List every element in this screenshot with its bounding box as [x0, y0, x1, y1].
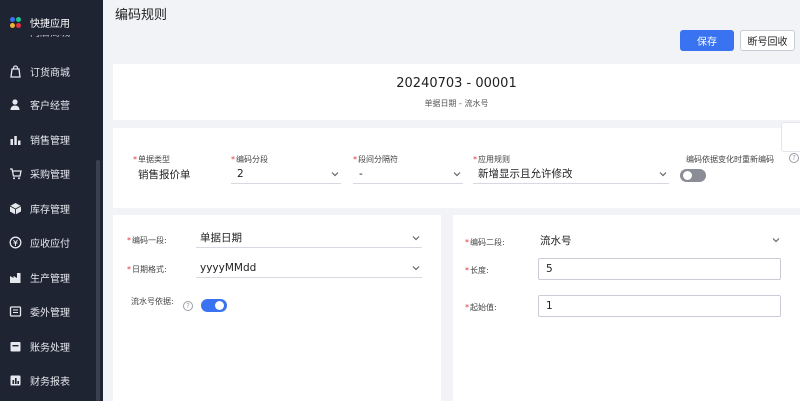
sidebar-item-label: 快捷应用 [30, 18, 70, 30]
sidebar-item-purchase[interactable]: 采购管理 [0, 160, 103, 186]
sidebar-item-customer[interactable]: 客户经营 [0, 91, 103, 117]
segment-two-card: *编码二段: 流水号 *长度: 5 *起始值: 1 [453, 215, 800, 401]
rule-settings-card: *单据类型 销售报价单 *编码分段 2 *段间分隔符 - *应用规则 新增显示且… [113, 128, 800, 208]
sidebar-item-order-mall[interactable]: 订货商城 [0, 58, 103, 84]
sidebar-item-label: 应收应付 [30, 238, 70, 250]
serial-basis-label: 流水号依据: [131, 297, 174, 306]
segment-two-select[interactable]: 流水号 [536, 230, 782, 250]
chevron-down-icon [772, 238, 780, 243]
sidebar-item-sales[interactable]: 销售管理 [0, 126, 103, 152]
sales-chart-icon [9, 133, 22, 146]
chevron-down-icon [659, 172, 667, 177]
number-recycle-button[interactable]: 断号回收 [740, 30, 795, 51]
separator-select[interactable]: - [353, 164, 463, 184]
chevron-down-icon [453, 172, 461, 177]
sidebar-item-label: 生产管理 [30, 273, 70, 285]
sidebar-item-label: 委外管理 [30, 307, 70, 319]
sidebar-item-label: 客户经营 [30, 100, 70, 112]
sidebar-item-label: 账务处理 [30, 342, 70, 354]
page-title: 编码规则 [115, 8, 168, 23]
renew-label: 编码依据变化时重新编码 [686, 155, 774, 164]
sidebar-item-production[interactable]: 生产管理 [0, 264, 103, 290]
sidebar-item-accounting[interactable]: 账务处理 [0, 333, 103, 359]
sidebar-item-inventory[interactable]: 库存管理 [0, 195, 103, 221]
code-preview-value: 20240703 - 00001 [396, 76, 517, 91]
sidebar-item-label: 财务报表 [30, 376, 70, 388]
segment-one-card: *编码一段: 单据日期 *日期格式: yyyyMMdd 流水号依据: ? [113, 215, 441, 401]
bag-icon [9, 64, 22, 78]
save-button[interactable]: 保存 [680, 30, 734, 51]
start-value-input[interactable]: 1 [538, 295, 781, 317]
outsource-icon [9, 305, 22, 318]
sidebar-item-label: 库存管理 [30, 204, 70, 216]
segment-one-select[interactable]: 单据日期 [196, 228, 422, 248]
side-tip-tab[interactable] [781, 122, 800, 152]
sidebar-item-reports[interactable]: 财务报表 [0, 367, 103, 393]
sidebar: 门店商城 快捷应用 订货商城 客户经营 销售管理 采购管理 库存管理 应收应付 … [0, 0, 103, 401]
sidebar-scrollbar[interactable] [96, 160, 100, 401]
sidebar-item-receivable[interactable]: 应收应付 [0, 229, 103, 255]
code-preview-description: 单据日期 - 流水号 [424, 99, 489, 108]
length-label: *长度: [465, 266, 489, 275]
doc-type-value: 销售报价单 [138, 168, 191, 181]
date-format-select[interactable]: yyyyMMdd [196, 258, 422, 278]
apply-rule-select[interactable]: 新增显示且允许修改 [473, 164, 669, 184]
ledger-icon [9, 340, 22, 353]
cart-icon [9, 167, 22, 180]
date-format-label: *日期格式: [127, 265, 167, 274]
sidebar-item-label: 销售管理 [30, 135, 70, 147]
cube-icon [9, 202, 22, 215]
renew-toggle[interactable] [680, 169, 706, 182]
code-preview-card: 20240703 - 00001 单据日期 - 流水号 [113, 64, 800, 120]
sidebar-item-label: 订货商城 [30, 67, 70, 79]
help-icon[interactable]: ? [183, 301, 193, 311]
sidebar-item-quick-apps[interactable]: 快捷应用 [0, 9, 103, 35]
report-icon [9, 374, 22, 387]
customer-icon [9, 98, 22, 111]
factory-icon [9, 271, 22, 284]
chevron-down-icon [412, 266, 420, 271]
serial-basis-toggle[interactable] [201, 299, 227, 312]
help-icon[interactable]: ? [789, 153, 799, 163]
segment-one-label: *编码一段: [127, 236, 167, 245]
sidebar-item-label: 采购管理 [30, 169, 70, 181]
coin-icon [9, 236, 22, 249]
sidebar-item-outsource[interactable]: 委外管理 [0, 298, 103, 324]
chevron-down-icon [412, 236, 420, 241]
segment-two-label: *编码二段: [465, 238, 505, 247]
length-input[interactable]: 5 [538, 258, 781, 280]
start-value-label: *起始值: [465, 303, 497, 312]
segments-select[interactable]: 2 [231, 164, 341, 184]
apps-icon [9, 16, 22, 29]
chevron-down-icon [331, 172, 339, 177]
